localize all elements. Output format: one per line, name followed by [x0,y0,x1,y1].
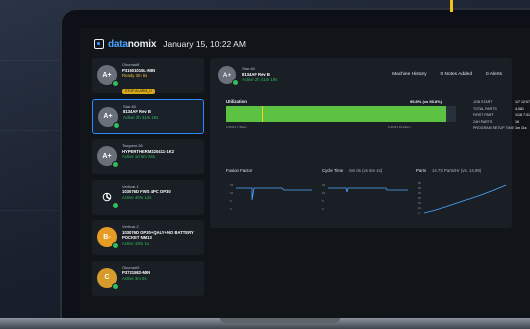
stat-label: PROGRAM SETUP TIME [473,126,515,131]
stat-row: TOTAL PARTS 4,081 [473,106,530,113]
stat-value: 1m 11s [515,126,527,131]
cycle-tick: 0 [322,207,324,211]
machine-status: Active 3m 5s [122,275,147,281]
utilization-percent: 95.8% (vs 95.8%) [410,99,443,104]
stat-row: PROGRAM SETUP TIME 1m 11s [473,125,530,132]
fusion-factor-title: Fusion Factor [226,168,253,173]
notes-link[interactable]: 0 Notes Added [441,72,472,77]
parts-tick: 50 [418,186,421,190]
cycle-time-line [328,187,408,193]
cycle-tick: 15 [322,183,326,187]
laptop-base-notch [220,318,340,323]
stat-value: 4,081 [515,106,524,111]
status-dot [112,161,119,168]
background-line [0,130,70,131]
machine-info: Vertical-2 103076D OP20+QALY+NO BATTERY P… [122,224,202,247]
parts-tick: 20 [418,201,421,205]
cycle-tick: 10 [322,191,326,195]
fusion-tick: 10 [230,191,234,195]
parts-tick: 0 [418,211,420,215]
fusion-factor-label: Fusion Factor [226,168,252,173]
stat-row: 24H PARTS 16 [473,119,530,126]
stat-label: FIRST PART [473,113,494,118]
machine-list: A+ Okuma#8 P31501015L-MIN Ready 3m 6s STOP A… [92,58,204,301]
stat-value: 1/18 7:31am [515,113,530,118]
brand-prefix: data [108,38,128,50]
alarm-tag: STOP ALARM_O [122,88,155,94]
parts-line [423,184,507,214]
parts-label: Parts 14.73 Parts/Hr (vs. 14.99) [416,168,481,173]
utilization-fill [226,106,447,122]
detail-header: Star-60 8134AF Rev B Active 2h 41m 19s [242,66,277,83]
cycle-tick: 5 [322,199,324,203]
utilization-start-time: 1/15/21 7:45am [226,125,247,129]
parts-tick: 30 [418,196,421,200]
logo-icon [94,39,104,49]
fusion-line [236,187,312,201]
cycle-time-title: Cycle Time [322,168,344,173]
alerts-link[interactable]: 0 Alerts [486,72,502,77]
status-dot [113,121,120,129]
background-line [0,60,70,61]
fusion-factor-chart: 15 10 5 0 [230,183,312,211]
parts-title: Parts [416,168,427,173]
machine-info: Okuma#9 P3721582-MIN Active 3m 5s [122,265,202,282]
stat-row: FIRST PART 1/18 7:31am [473,112,530,119]
machine-status: Ready 3m 6s [122,73,148,78]
status-dot [112,201,119,209]
machine-card[interactable]: A+ Okuma#8 P31501015L-MIN Ready 3m 6s STOP A… [92,58,204,94]
detail-status: Active 2h 41m 19s [242,77,278,82]
fusion-tick: 5 [230,199,232,203]
machine-card[interactable]: B- Vertical-2 103076D OP20+QALY+NO BATTERY… [92,220,204,255]
brand-logo[interactable]: datanomix [108,39,156,50]
parts-tick: 60 [418,181,421,185]
cycle-time-label: Cycle Time 6m 0s (vs 6m 1s) [322,168,382,173]
machine-job: 103076D OP20+QALY+NO BATTERY POCKET NM13 [122,229,194,241]
brand-suffix: nomix [127,38,157,50]
utilization-bar [226,106,456,122]
utilization-marker [262,106,263,122]
utilization-label: Utilization [226,99,247,104]
parts-chart: 60 50 40 30 20 10 0 [418,181,507,215]
machine-detail-panel: A+ Star-60 8134AF Rev B Active 2h 41m 19… [210,58,530,228]
datetime: January 15, 10:22 AM [163,39,246,49]
machine-card[interactable]: A+ Tsugami-36 HYPERTHERM220411-1K2 Active 1… [92,139,204,174]
stat-value: 16 [515,119,519,124]
machine-info: Tsugami-36 HYPERTHERM220411-1K2 Active 1d … [122,143,202,160]
machine-card[interactable]: C Okuma#9 P3721582-MIN Active 3m 5s [92,260,204,296]
machine-status: Active 1d 6m 34s [122,154,155,159]
app-screen: datanomix January 15, 10:22 AM A+ Okuma#8… [80,28,530,318]
stat-row: JOB START 1/7 12:07pm [473,99,530,106]
stat-value: 1/7 12:07pm [515,100,530,104]
status-dot [112,282,119,290]
parts-tick: 40 [418,191,421,195]
machine-info: Okuma#8 P31501015L-MIN Ready 3m 6s STOP ALA… [122,62,202,97]
detail-links: Machine History 0 Notes Added 0 Alerts [392,72,502,77]
detail-status-dot [232,79,239,86]
status-dot [112,80,119,87]
machine-info: Vertical-1 103076D FWS 4PC OP30 Active 40m… [122,184,202,201]
parts-tick: 10 [418,206,421,210]
fusion-tick: 0 [230,207,232,211]
parts-subtitle: 14.73 Parts/Hr (vs. 14.99) [432,168,482,173]
machine-status: Active 40m 12s [122,194,152,200]
job-stats: JOB START1/7 12:07pmTOTAL PARTS4,081FIRS… [473,99,530,132]
app-header: datanomix January 15, 10:22 AM [94,37,246,51]
status-dot [112,242,119,249]
stat-label: JOB START [473,100,493,104]
fusion-tick: 15 [230,183,234,187]
utilization-end-time: 1/15/21 10:22am [388,125,411,129]
stat-label: TOTAL PARTS [473,106,497,111]
machine-status: Active 2h 41m 19s [123,114,159,120]
accent-mark [450,0,453,12]
machine-history-link[interactable]: Machine History [392,72,426,77]
machine-card[interactable]: A+ Star-60 8134AF Rev B Active 2h 41m 19s [92,98,204,134]
machine-status: Active 19m 1s [122,240,149,246]
cycle-time-subtitle: 6m 0s (vs 6m 1s) [349,168,383,173]
stat-label: 24H PARTS [473,119,493,124]
machine-card[interactable]: Vertical-1 103076D FWS 4PC OP30 Active 40m… [92,179,204,215]
background-line [0,210,70,211]
machine-info: Star-60 8134AF Rev B Active 2h 41m 19s [123,104,203,121]
cycle-time-chart: 15 10 5 0 [322,183,408,211]
